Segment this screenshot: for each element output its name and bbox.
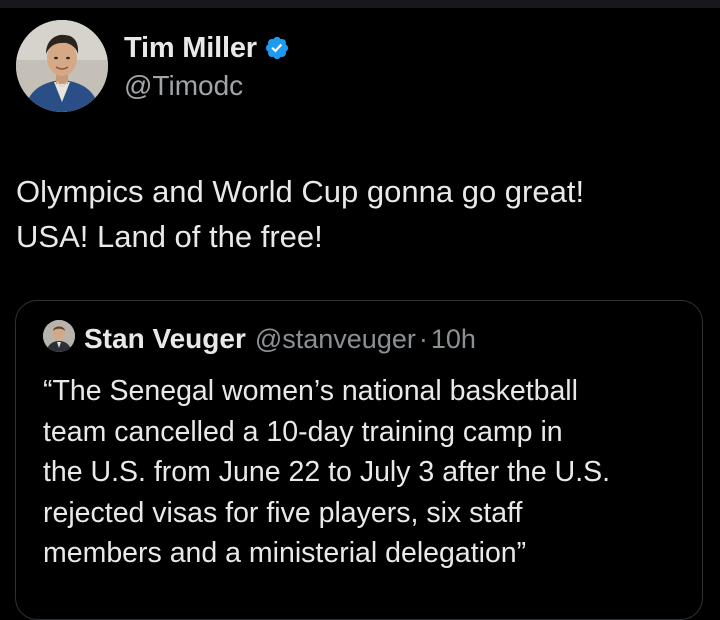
author-avatar[interactable] <box>16 20 108 112</box>
quoted-text-line: members and a ministerial delegation” <box>43 537 527 569</box>
quoted-tweet-header: Stan Veuger @stanveuger · 10h <box>84 323 476 355</box>
author-handle[interactable]: @Timodc <box>124 70 243 102</box>
verified-badge-icon[interactable] <box>264 35 290 61</box>
profile-photo-icon <box>16 20 108 112</box>
author-name[interactable]: Tim Miller <box>124 32 257 65</box>
quoted-tweet-card[interactable]: Stan Veuger @stanveuger · 10h “The Seneg… <box>15 300 703 620</box>
tweet-text-line: USA! Land of the free! <box>16 219 323 254</box>
quoted-tweet-text: “The Senegal women’s national basketball… <box>43 371 693 574</box>
quoted-text-line: the U.S. from June 22 to July 3 after th… <box>43 456 611 488</box>
tweet-text: Olympics and World Cup gonna go great! U… <box>16 169 706 259</box>
quoted-tweet-timestamp[interactable]: 10h <box>431 324 476 355</box>
quoted-author-name[interactable]: Stan Veuger <box>84 323 246 355</box>
quoted-text-line: rejected visas for five players, six sta… <box>43 496 523 529</box>
quoted-text-line: team cancelled a 10-day training camp in <box>43 415 563 448</box>
dot-separator: · <box>418 324 428 354</box>
quoted-author-avatar[interactable] <box>43 320 75 352</box>
profile-photo-icon <box>43 320 75 352</box>
tweet[interactable]: Tim Miller @Timodc Olympics and World Cu… <box>0 0 720 620</box>
quoted-text-line: “The Senegal women’s national basketball <box>43 375 578 407</box>
quoted-author-handle[interactable]: @stanveuger <box>255 324 416 355</box>
tweet-text-line: Olympics and World Cup gonna go great! <box>16 174 585 209</box>
author-name-row: Tim Miller <box>124 30 290 66</box>
